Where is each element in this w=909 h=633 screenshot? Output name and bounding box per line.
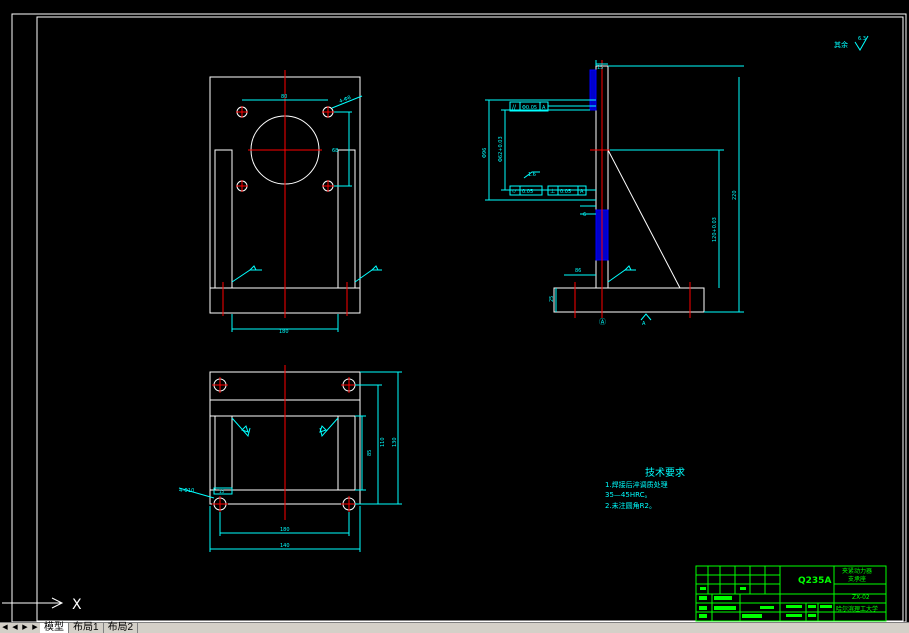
top-view (178, 365, 402, 552)
side-dim-left2: Φ62+0.03 (498, 136, 504, 162)
side-circle-mark: Ⓐ (599, 318, 606, 326)
first-tab-button[interactable]: ◀ (0, 623, 10, 633)
side-dim-small: 6 (583, 212, 586, 218)
sheet-border (11, 13, 907, 622)
tol2-symbol: ⌭ (512, 188, 517, 195)
top-overall-dim: 140 (280, 543, 290, 549)
title-name-line1: 夹紧动力器 (842, 567, 872, 575)
drawing-canvas[interactable]: 其余 6.3 180 80 68 4-Φ8 // Φ0.05 A ⌭ 0.05 … (0, 0, 909, 622)
title-material: Q235A (798, 576, 831, 586)
roughness-text: 其余 (834, 40, 848, 49)
title-school: 哈尔滨理工大学 (836, 605, 878, 613)
side-dim-height: 220 (732, 190, 738, 200)
tech-req-line1: 1.焊接后淬调质处理 (605, 480, 668, 489)
tech-req-title: 技术要求 (645, 466, 685, 479)
top-dim-right3: 130 (392, 437, 398, 447)
tol1-value: Φ0.05 (522, 105, 537, 111)
top-dim-right1: 85 (367, 450, 373, 456)
top-width-dim: 180 (280, 527, 290, 533)
tech-req-line3: 2.未注圆角R2。 (605, 501, 656, 510)
side-dim-inner: 120+0.03 (712, 217, 718, 242)
title-drawing-no: ZX-02 (852, 594, 870, 601)
side-dim-bottom-left: 86 (575, 268, 581, 274)
layout-tab-bar: ◀ ◀ ▶ ▶ 模型 布局1 布局2 (0, 622, 909, 633)
top-leader-note: 4-Φ10 (179, 488, 194, 494)
ucs-icon (2, 597, 64, 609)
title-name-line2: 支承座 (848, 575, 866, 583)
tab-layout2[interactable]: 布局2 (104, 623, 139, 633)
drawing-frame (36, 16, 904, 622)
tol2-value: 0.05 (522, 189, 533, 195)
tech-req-line2: 35—45HRC。 (605, 491, 651, 499)
front-leader-note: 4-Φ8 (339, 95, 352, 105)
side-dim-left: Φ96 (482, 148, 488, 158)
front-hole-spacing: 80 (281, 94, 287, 100)
roughness-symbol-global: 其余 6.3 (834, 35, 869, 51)
side-dim-top: 15 (597, 65, 603, 71)
next-tab-button[interactable]: ▶ (20, 623, 30, 633)
front-view (209, 70, 382, 332)
tol1-datum: A (542, 105, 546, 111)
tol3-symbol: ⊥ (550, 188, 555, 195)
tol3-datum: A (580, 189, 584, 195)
top-dim-right2: 110 (380, 437, 386, 447)
front-vert-dim: 68 (332, 148, 338, 154)
front-width-dim: 180 (279, 329, 289, 335)
top-small-dim: 15 (219, 489, 225, 494)
tol3-value: 0.05 (560, 189, 571, 195)
tab-model[interactable]: 模型 (40, 623, 69, 633)
last-tab-button[interactable]: ▶ (30, 623, 40, 633)
side-roughness-mark: 1.6 (528, 172, 536, 178)
tab-layout1[interactable]: 布局1 (69, 623, 104, 633)
side-datum-mark: A (642, 321, 646, 327)
side-dim-base: 25 (549, 296, 555, 302)
ucs-x-label: X (72, 597, 82, 613)
prev-tab-button[interactable]: ◀ (10, 623, 20, 633)
